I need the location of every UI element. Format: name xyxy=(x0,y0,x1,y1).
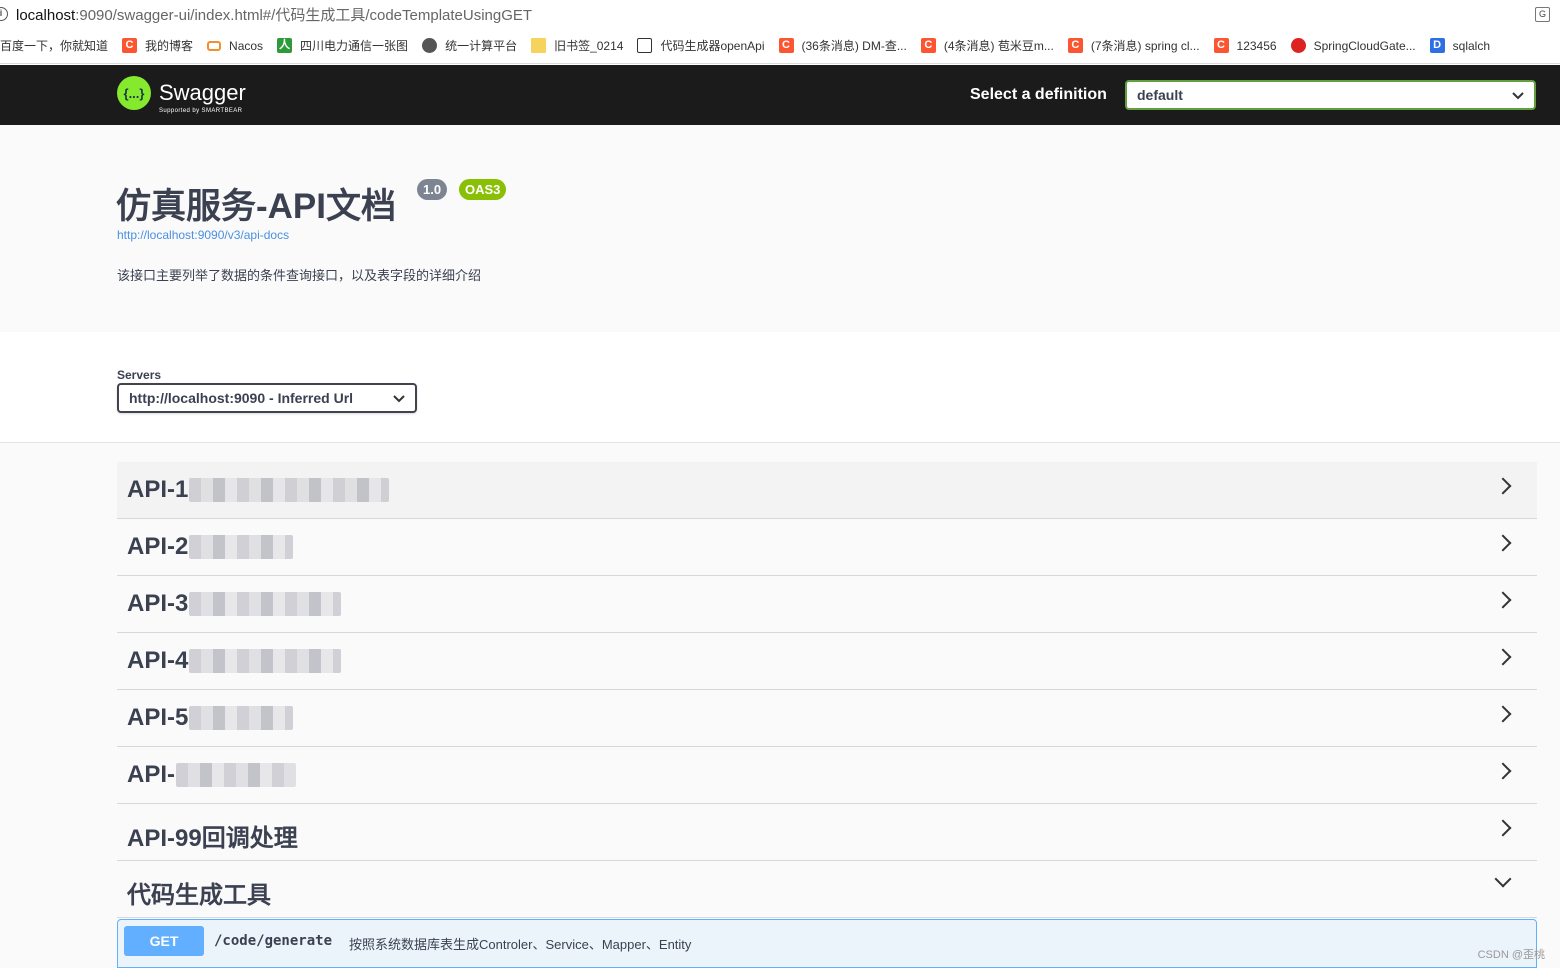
address-bar[interactable]: i localhost:9090/swagger-ui/index.html#/… xyxy=(0,0,1560,28)
oas-badge: OAS3 xyxy=(459,179,507,200)
bookmark-gateway[interactable]: SpringCloudGate... xyxy=(1290,38,1416,53)
chevron-right-icon xyxy=(1494,648,1512,666)
redacted-text xyxy=(189,706,294,730)
bookmark-folder-old[interactable]: 旧书签_0214 xyxy=(531,37,623,54)
operation-path: /code/generate xyxy=(214,933,333,949)
tag-code-generator[interactable]: 代码生成工具 xyxy=(117,861,1537,918)
image-icon xyxy=(637,38,653,53)
bookmark-codegen-openapi[interactable]: 代码生成器openApi xyxy=(637,37,765,54)
bookmark-123456[interactable]: C 123456 xyxy=(1213,38,1277,53)
chevron-right-icon xyxy=(1494,762,1512,780)
globe-icon xyxy=(422,38,438,53)
csdn-icon: C xyxy=(1067,38,1083,53)
dl-icon: D xyxy=(1429,38,1445,53)
translate-icon[interactable]: G xyxy=(1535,7,1550,22)
chevron-right-icon xyxy=(1494,477,1512,495)
swagger-logo-subtitle: Supported by SMARTBEAR xyxy=(159,108,243,114)
method-badge: GET xyxy=(124,926,204,956)
bookmark-baidu[interactable]: 百度一下，你就知道 xyxy=(0,37,108,54)
page-title: 仿真服务-API文档 xyxy=(116,187,397,226)
redacted-text xyxy=(189,535,294,559)
nacos-icon xyxy=(207,40,222,51)
bookmark-nacos[interactable]: Nacos xyxy=(207,39,263,53)
bookmark-spring-cloud[interactable]: C (7条消息) spring cl... xyxy=(1067,37,1200,54)
servers-label: Servers xyxy=(117,368,162,382)
csdn-icon: C xyxy=(920,38,936,53)
tag-api-99[interactable]: API-99回调处理 xyxy=(117,804,1537,861)
chevron-down-icon xyxy=(1512,87,1524,103)
version-badge: 1.0 xyxy=(417,179,448,200)
url-text[interactable]: localhost:9090/swagger-ui/index.html#/代码… xyxy=(16,4,532,25)
tag-api-4[interactable]: API-4 xyxy=(117,633,1537,690)
bookmark-baomidou[interactable]: C (4条消息) 苞米豆m... xyxy=(920,37,1054,54)
redacted-text xyxy=(189,478,390,502)
definition-select[interactable]: default xyxy=(1125,80,1536,110)
redacted-text xyxy=(176,763,296,787)
bookmark-compute-platform[interactable]: 统一计算平台 xyxy=(422,37,517,54)
api-description: 该接口主要列举了数据的条件查询接口，以及表字段的详细介绍 xyxy=(117,268,482,283)
tag-api-6[interactable]: API- xyxy=(117,747,1537,804)
spring-icon xyxy=(1290,38,1306,53)
bookmark-power-map[interactable]: 人四川电力通信一张图 xyxy=(277,37,408,54)
chevron-right-icon xyxy=(1494,534,1512,552)
swagger-logo[interactable]: {...} Swagger Supported by SMARTBEAR xyxy=(117,76,246,114)
green-icon: 人 xyxy=(277,38,293,53)
csdn-icon: C xyxy=(778,38,794,53)
csdn-icon: C xyxy=(122,38,138,53)
tag-api-5[interactable]: API-5 xyxy=(117,690,1537,747)
redacted-text xyxy=(189,649,342,673)
chevron-right-icon xyxy=(1494,819,1512,837)
chevron-down-icon xyxy=(1494,870,1512,888)
csdn-icon: C xyxy=(1213,38,1229,53)
bookmark-sqlalchemy[interactable]: Dsqlalch xyxy=(1429,38,1490,53)
bookmarks-bar: 百度一下，你就知道 C 我的博客 Nacos 人四川电力通信一张图 统一计算平台 … xyxy=(0,28,1560,64)
bookmark-dm[interactable]: C (36条消息) DM-查... xyxy=(778,37,907,54)
tag-api-2[interactable]: API-2 xyxy=(117,519,1537,576)
operation-summary: 按照系统数据库表生成Controler、Service、Mapper、Entit… xyxy=(349,937,692,952)
select-definition-label: Select a definition xyxy=(970,86,1107,103)
swagger-logo-icon: {...} xyxy=(117,76,151,110)
swagger-logo-text: Swagger xyxy=(159,80,246,105)
redacted-text xyxy=(189,592,342,616)
servers-select[interactable]: http://localhost:9090 - Inferred Url xyxy=(117,383,417,413)
watermark: CSDN @歪桃 xyxy=(1477,949,1545,961)
bookmark-my-blog[interactable]: C 我的博客 xyxy=(122,37,193,54)
chevron-right-icon xyxy=(1494,705,1512,723)
folder-icon xyxy=(531,38,547,53)
operation-get-code-generate[interactable]: GET /code/generate 按照系统数据库表生成Controler、S… xyxy=(117,919,1537,968)
tag-api-3[interactable]: API-3 xyxy=(117,576,1537,633)
chevron-down-icon xyxy=(393,390,405,406)
chevron-right-icon xyxy=(1494,591,1512,609)
site-info-icon[interactable]: i xyxy=(0,7,8,21)
tag-api-1[interactable]: API-1 xyxy=(117,462,1537,519)
api-docs-link[interactable]: http://localhost:9090/v3/api-docs xyxy=(117,228,289,242)
